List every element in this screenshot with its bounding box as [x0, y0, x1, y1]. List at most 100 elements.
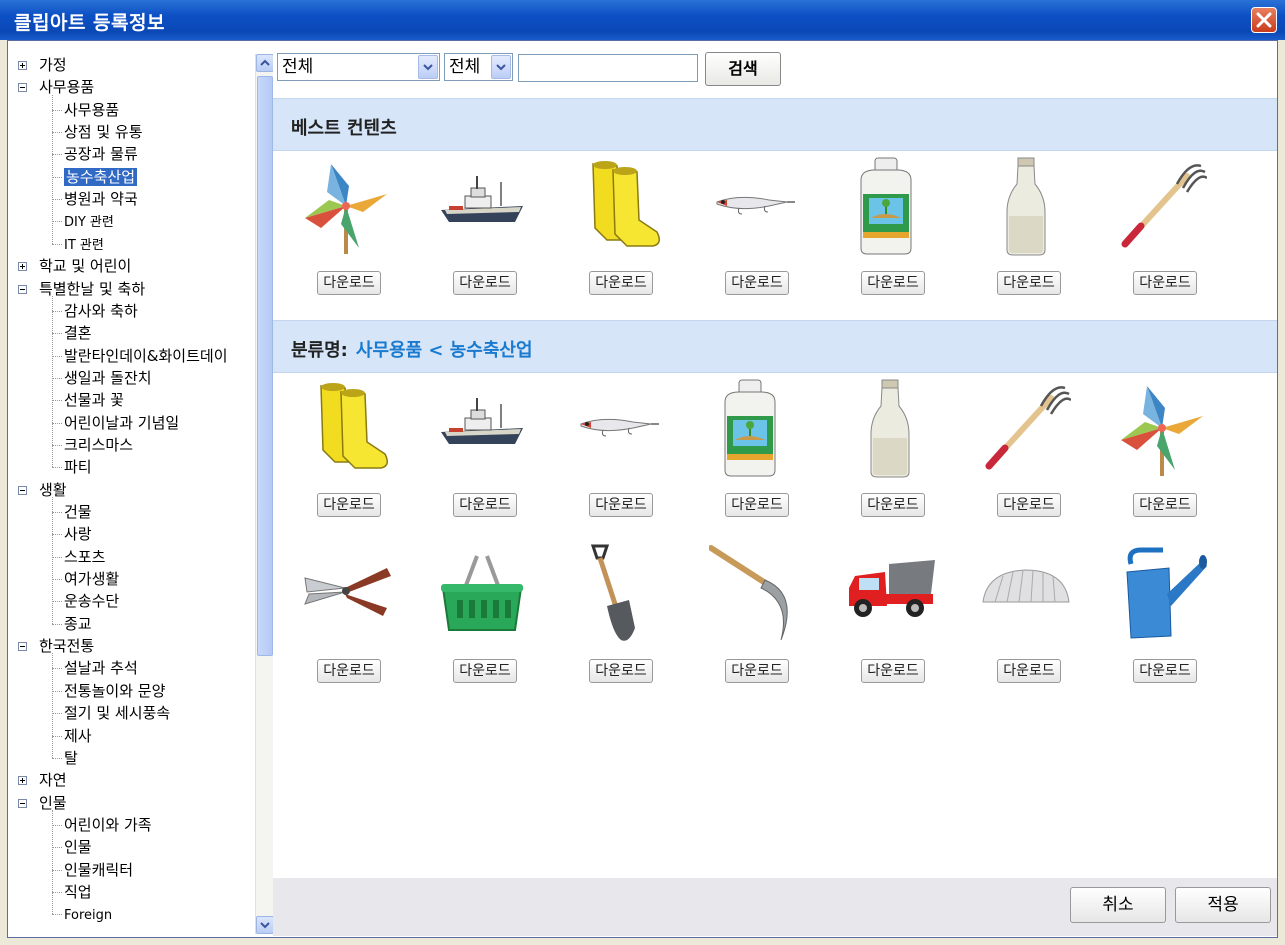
- expand-icon[interactable]: [18, 262, 27, 272]
- basket-icon[interactable]: [437, 544, 527, 644]
- clipart-item[interactable]: 다운로드: [835, 156, 945, 296]
- tree-subcategory[interactable]: 건물: [52, 501, 92, 523]
- tree-subcategory[interactable]: 스포츠: [52, 546, 105, 568]
- tree-subcategory[interactable]: 어린이와 가족: [52, 814, 152, 836]
- download-button[interactable]: 다운로드: [997, 659, 1061, 683]
- close-button[interactable]: [1251, 7, 1277, 33]
- tree-category[interactable]: 특별한날 및 축하: [18, 278, 145, 300]
- tree-subcategory[interactable]: Foreign: [52, 903, 112, 925]
- watering-can-icon[interactable]: [1117, 544, 1207, 644]
- tree-subcategory[interactable]: 생일과 돌잔치: [52, 367, 152, 389]
- dropdown-button[interactable]: [418, 55, 438, 79]
- collapse-icon[interactable]: [18, 284, 27, 294]
- tree-subcategory[interactable]: 공장과 물류: [52, 143, 138, 165]
- tree-subcategory[interactable]: 종교: [52, 613, 92, 635]
- tree-subcategory[interactable]: 결혼: [52, 322, 92, 344]
- clipart-item[interactable]: 다운로드: [291, 544, 401, 684]
- download-button[interactable]: 다운로드: [997, 493, 1061, 517]
- clipart-item[interactable]: 다운로드: [563, 544, 673, 684]
- title-bar[interactable]: 클립아트 등록정보: [0, 0, 1285, 40]
- tree-subcategory[interactable]: 전통놀이와 문양: [52, 680, 165, 702]
- tree-subcategory[interactable]: 운송수단: [52, 590, 119, 612]
- download-button[interactable]: 다운로드: [589, 659, 653, 683]
- clipart-item[interactable]: 다운로드: [971, 156, 1081, 296]
- tree-category[interactable]: 가정: [18, 54, 67, 76]
- expand-icon[interactable]: [18, 776, 27, 786]
- greenhouse-icon[interactable]: [981, 544, 1071, 644]
- rain-boots-icon[interactable]: [301, 378, 391, 478]
- download-button[interactable]: 다운로드: [589, 271, 653, 295]
- clipart-item[interactable]: 다운로드: [1107, 156, 1217, 296]
- tree-subcategory[interactable]: 설날과 추석: [52, 657, 138, 679]
- type-select[interactable]: 전체: [444, 53, 513, 81]
- download-button[interactable]: 다운로드: [453, 271, 517, 295]
- clipart-item[interactable]: 다운로드: [563, 156, 673, 296]
- pruning-shears-icon[interactable]: [301, 544, 391, 644]
- clipart-item[interactable]: 다운로드: [699, 544, 809, 684]
- clipart-item[interactable]: 다운로드: [291, 378, 401, 518]
- clipart-item[interactable]: 다운로드: [427, 544, 537, 684]
- download-button[interactable]: 다운로드: [725, 659, 789, 683]
- rake-icon[interactable]: [1117, 156, 1207, 256]
- rake-icon[interactable]: [981, 378, 1071, 478]
- fertilizer-bottle-icon[interactable]: [709, 378, 799, 478]
- pinwheel-icon[interactable]: [301, 156, 391, 256]
- expand-icon[interactable]: [18, 61, 27, 70]
- clipart-item[interactable]: 다운로드: [427, 378, 537, 518]
- clipart-item[interactable]: 다운로드: [699, 156, 809, 296]
- scroll-thumb[interactable]: [257, 76, 273, 656]
- collapse-icon[interactable]: [18, 83, 27, 93]
- scroll-up-button[interactable]: [256, 54, 274, 72]
- download-button[interactable]: 다운로드: [725, 493, 789, 517]
- search-input[interactable]: [518, 54, 698, 82]
- tree-subcategory[interactable]: DIY 관련: [52, 210, 114, 232]
- download-button[interactable]: 다운로드: [861, 493, 925, 517]
- dump-truck-icon[interactable]: [845, 544, 935, 644]
- shovel-icon[interactable]: [573, 544, 663, 644]
- download-button[interactable]: 다운로드: [317, 271, 381, 295]
- download-button[interactable]: 다운로드: [1133, 493, 1197, 517]
- download-button[interactable]: 다운로드: [317, 659, 381, 683]
- tree-subcategory[interactable]: 인물: [52, 836, 92, 858]
- download-button[interactable]: 다운로드: [453, 493, 517, 517]
- clipart-item[interactable]: 다운로드: [699, 378, 809, 518]
- clipart-item[interactable]: 다운로드: [971, 544, 1081, 684]
- tree-subcategory[interactable]: 감사와 축하: [52, 300, 138, 322]
- tree-subcategory[interactable]: 사무용품: [52, 99, 119, 121]
- apply-button[interactable]: 적용: [1175, 887, 1271, 923]
- clipart-item[interactable]: 다운로드: [427, 156, 537, 296]
- tree-subcategory[interactable]: 직업: [52, 881, 92, 903]
- download-button[interactable]: 다운로드: [861, 271, 925, 295]
- tree-subcategory[interactable]: 병원과 약국: [52, 188, 138, 210]
- clipart-item[interactable]: 다운로드: [1107, 544, 1217, 684]
- category-path[interactable]: 사무용품 < 농수축산업: [356, 340, 533, 361]
- tree-scrollbar[interactable]: [255, 54, 274, 934]
- tree-subcategory[interactable]: 인물캐릭터: [52, 859, 133, 881]
- tree-category[interactable]: 학교 및 어린이: [18, 255, 131, 277]
- clipart-item[interactable]: 다운로드: [291, 156, 401, 296]
- collapse-icon[interactable]: [18, 642, 27, 652]
- boat-icon[interactable]: [437, 378, 527, 478]
- tree-subcategory[interactable]: 여가생활: [52, 568, 119, 590]
- pinwheel-icon[interactable]: [1117, 378, 1207, 478]
- sickle-icon[interactable]: [709, 544, 799, 644]
- milk-bottle-icon[interactable]: [845, 378, 935, 478]
- tree-category[interactable]: 한국전통: [18, 635, 94, 657]
- clipart-item[interactable]: 다운로드: [835, 378, 945, 518]
- tree-subcategory[interactable]: 어린이날과 기념일: [52, 412, 179, 434]
- tree-subcategory[interactable]: 제사: [52, 725, 92, 747]
- collapse-icon[interactable]: [18, 798, 27, 808]
- cancel-button[interactable]: 취소: [1070, 887, 1166, 923]
- download-button[interactable]: 다운로드: [1133, 659, 1197, 683]
- fishing-lure-icon[interactable]: [709, 156, 799, 256]
- download-button[interactable]: 다운로드: [453, 659, 517, 683]
- download-button[interactable]: 다운로드: [997, 271, 1061, 295]
- download-button[interactable]: 다운로드: [725, 271, 789, 295]
- tree-subcategory[interactable]: 발란타인데이&화이트데이: [52, 345, 228, 367]
- dropdown-button[interactable]: [491, 55, 511, 79]
- collapse-icon[interactable]: [18, 485, 27, 495]
- tree-subcategory[interactable]: 크리스마스: [52, 434, 133, 456]
- download-button[interactable]: 다운로드: [317, 493, 381, 517]
- tree-subcategory[interactable]: 절기 및 세시풍속: [52, 702, 170, 724]
- tree-subcategory[interactable]: 탈: [52, 747, 78, 769]
